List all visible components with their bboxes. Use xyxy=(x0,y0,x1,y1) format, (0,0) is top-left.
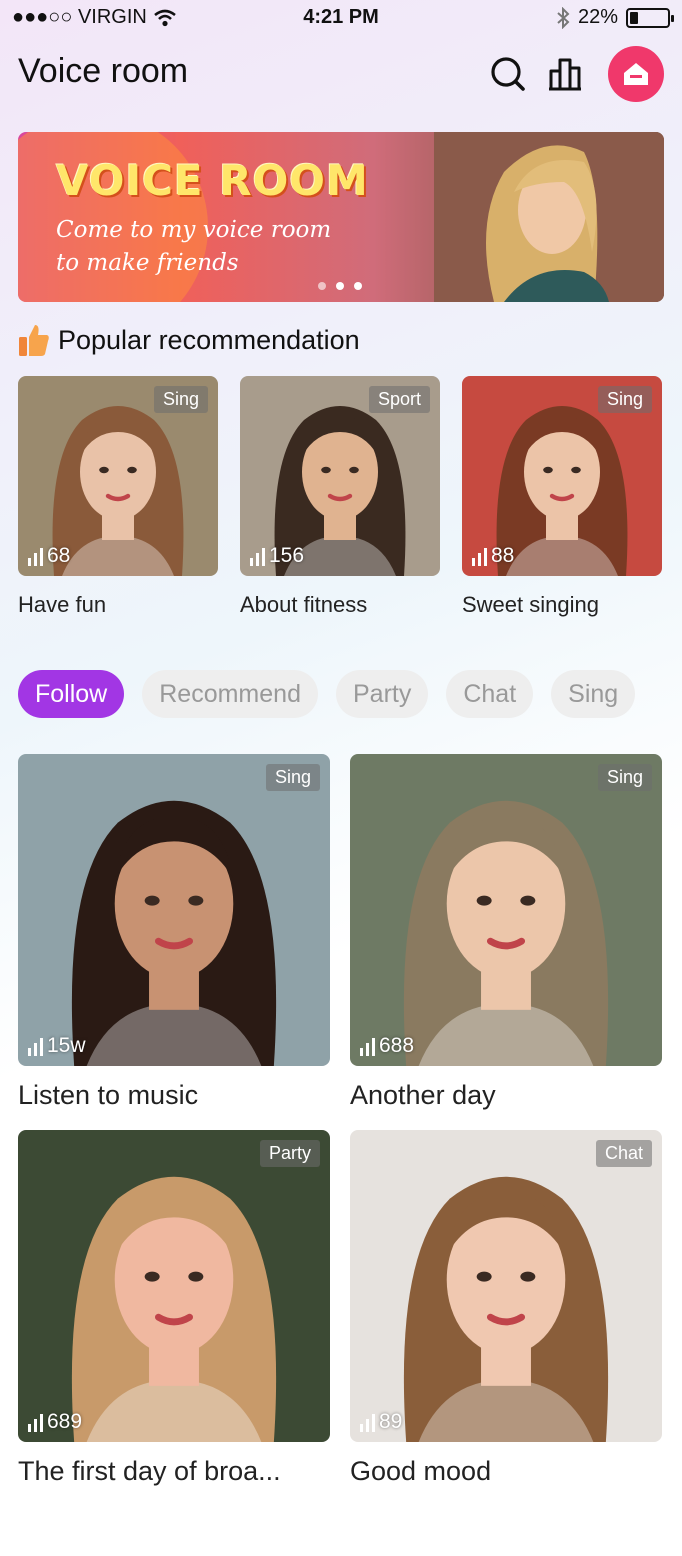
banner-dot[interactable] xyxy=(354,282,362,290)
banner-subtitle: Come to my voice room to make friends xyxy=(56,217,332,276)
banner-dot[interactable] xyxy=(318,282,326,290)
room-title: Listen to music xyxy=(18,1080,199,1110)
tab-sing[interactable]: Sing xyxy=(551,670,636,718)
category-tag: Sing xyxy=(153,386,208,413)
popular-room-card[interactable]: Sport 156 About fitness xyxy=(240,376,440,618)
room-title: Sweet singing xyxy=(462,592,599,617)
room-photo xyxy=(350,754,662,1066)
room-title: Have fun xyxy=(18,592,107,617)
room-photo xyxy=(18,1130,330,1442)
category-tag: Sing xyxy=(597,764,652,791)
tab-recommend[interactable]: Recommend xyxy=(142,670,318,718)
listener-count-value: 89 xyxy=(379,1410,403,1433)
room-title: The first day of broa... xyxy=(18,1456,281,1486)
banner-pagination xyxy=(318,282,362,290)
search-button[interactable] xyxy=(488,54,528,94)
listener-count: 156 xyxy=(250,544,304,568)
room-thumbnail: Party 689 xyxy=(18,1130,330,1442)
category-tabs: Follow Recommend Party Chat Sing xyxy=(18,670,636,718)
category-tag: Party xyxy=(259,1140,320,1167)
banner-dot[interactable] xyxy=(336,282,344,290)
category-tag: Sport xyxy=(368,386,430,413)
room-card[interactable]: Party 689 The first day of broa... xyxy=(18,1130,330,1487)
listener-count: 89 xyxy=(360,1410,402,1434)
promo-banner[interactable]: VOICE ROOM Come to my voice room to make… xyxy=(18,132,664,302)
audio-bars-icon xyxy=(28,548,43,568)
room-card[interactable]: Chat 89 Good mood xyxy=(350,1130,662,1487)
audio-bars-icon xyxy=(250,548,265,568)
popular-room-card[interactable]: Sing 68 Have fun xyxy=(18,376,218,618)
header: Voice room xyxy=(18,46,664,102)
tab-chat[interactable]: Chat xyxy=(446,670,534,718)
room-card[interactable]: Sing 688 Another day xyxy=(350,754,662,1111)
listener-count-value: 688 xyxy=(379,1034,415,1057)
listener-count-value: 689 xyxy=(47,1410,83,1433)
battery-level xyxy=(630,11,638,24)
category-tag: Sing xyxy=(597,386,652,413)
room-title: About fitness xyxy=(240,592,368,617)
audio-bars-icon xyxy=(360,1038,375,1058)
home-button[interactable] xyxy=(608,46,664,102)
listener-count-value: 15w xyxy=(47,1034,86,1057)
bluetooth-icon xyxy=(557,6,570,29)
audio-bars-icon xyxy=(472,548,487,568)
section-title: Popular recommendation xyxy=(58,324,360,355)
page-title: Voice room xyxy=(18,52,189,90)
audio-bars-icon xyxy=(28,1414,43,1434)
audio-bars-icon xyxy=(28,1038,43,1058)
banner-title: VOICE ROOM xyxy=(56,156,369,205)
banner-photo xyxy=(434,132,664,302)
category-tag: Chat xyxy=(595,1140,652,1167)
listener-count: 68 xyxy=(28,544,70,568)
room-thumbnail: Chat 89 xyxy=(350,1130,662,1442)
battery-icon xyxy=(626,7,674,28)
room-photo xyxy=(18,754,330,1066)
room-thumbnail: Sing 688 xyxy=(350,754,662,1066)
room-card[interactable]: Sing 15w Listen to music xyxy=(18,754,330,1111)
listener-count-value: 88 xyxy=(491,544,515,567)
room-photo xyxy=(350,1130,662,1442)
status-right: 22% xyxy=(556,6,674,29)
room-thumbnail: Sing 68 xyxy=(18,376,218,576)
listener-count: 88 xyxy=(472,544,514,568)
listener-count: 688 xyxy=(360,1034,414,1058)
audio-bars-icon xyxy=(360,1414,375,1434)
ranking-button[interactable] xyxy=(546,54,586,94)
room-title: Good mood xyxy=(350,1456,492,1486)
status-bar: ●●●○○ VIRGIN 4:21 PM 22% xyxy=(0,0,682,34)
battery-percent: 22% xyxy=(577,6,618,28)
tab-party[interactable]: Party xyxy=(335,670,429,718)
listener-count: 689 xyxy=(28,1410,82,1434)
thumbs-up-icon xyxy=(19,325,49,356)
section-header: Popular recommendation xyxy=(18,320,360,360)
category-tag: Sing xyxy=(265,764,320,791)
listener-count-value: 68 xyxy=(47,544,71,567)
room-thumbnail: Sport 156 xyxy=(240,376,440,576)
ranking-icon xyxy=(549,58,581,91)
home-icon xyxy=(624,63,648,85)
search-icon xyxy=(491,57,525,91)
popular-room-card[interactable]: Sing 88 Sweet singing xyxy=(462,376,662,618)
listener-count-value: 156 xyxy=(269,544,305,567)
room-title: Another day xyxy=(350,1080,496,1110)
tab-follow[interactable]: Follow xyxy=(18,670,125,718)
room-thumbnail: Sing 88 xyxy=(462,376,662,576)
room-thumbnail: Sing 15w xyxy=(18,754,330,1066)
listener-count: 15w xyxy=(28,1034,86,1058)
